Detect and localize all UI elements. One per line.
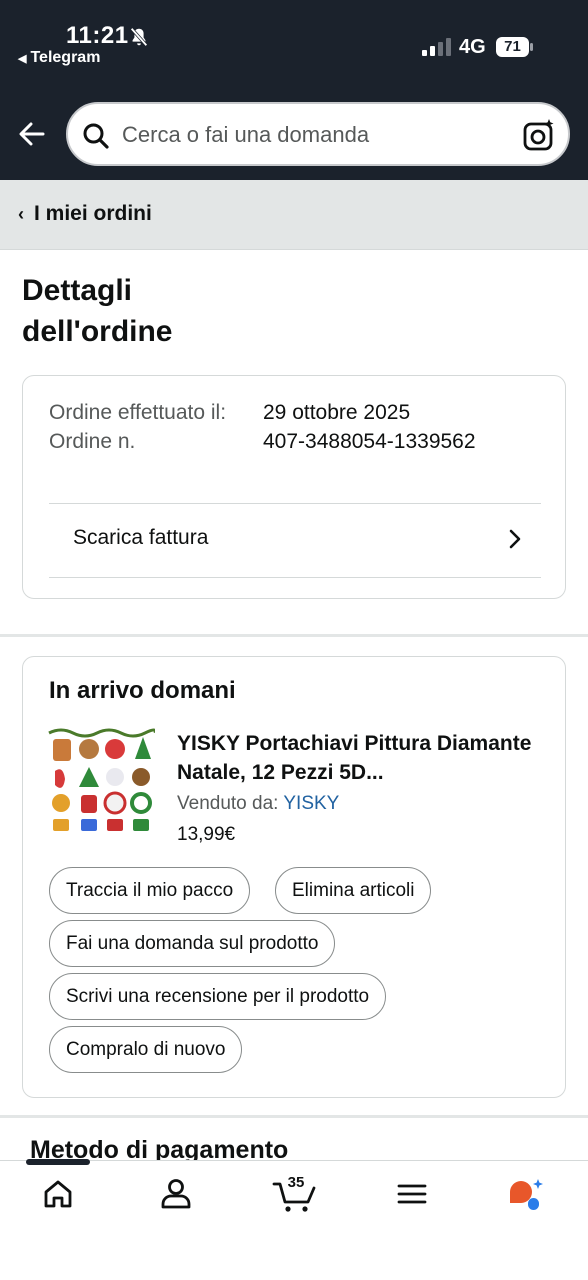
account-icon[interactable] <box>156 1174 196 1214</box>
back-to-app-link[interactable]: ◀ Telegram <box>18 49 100 67</box>
back-triangle-icon: ◀ <box>18 53 27 65</box>
remove-items-button[interactable]: Elimina articoli <box>275 867 432 914</box>
divider <box>49 577 541 578</box>
home-icon[interactable] <box>38 1174 78 1214</box>
sold-by-label: Venduto da: <box>177 793 279 814</box>
product-price: 13,99€ <box>177 824 236 845</box>
order-info-labels: Ordine effettuato il: Ordine n. <box>49 398 249 456</box>
search-bar[interactable] <box>66 102 570 166</box>
write-review-button[interactable]: Scrivi una recensione per il prodotto <box>49 973 387 1020</box>
breadcrumb-bar: ‹ I miei ordini <box>0 180 588 250</box>
shipment-card: In arrivo domani YISKY Portachiavi Pittu… <box>22 656 566 1098</box>
section-separator <box>0 1115 588 1118</box>
assistant-icon[interactable] <box>506 1174 546 1214</box>
page-title: Dettagli dell'ordine <box>22 274 173 348</box>
order-info-values: 29 ottobre 2025 407-3488054-1339562 <box>263 398 553 456</box>
seller-link[interactable]: YISKY <box>283 793 339 814</box>
shipment-status-title: In arrivo domani <box>49 677 236 704</box>
order-placed-value: 29 ottobre 2025 <box>263 401 411 424</box>
order-placed-label: Ordine effettuato il: <box>49 401 227 424</box>
order-number-value: 407-3488054-1339562 <box>263 430 476 453</box>
camera-search-icon[interactable] <box>522 118 556 152</box>
battery-level: 71 <box>504 38 521 55</box>
product-title-link[interactable]: YISKY Portachiavi Pittura Diamante Natal… <box>177 729 547 787</box>
buy-again-button[interactable]: Compralo di nuovo <box>49 1026 243 1073</box>
chevron-right-icon <box>509 529 521 549</box>
menu-icon[interactable] <box>392 1174 432 1214</box>
cellular-signal-icon <box>422 38 451 56</box>
search-input[interactable] <box>122 118 512 152</box>
product-image[interactable] <box>47 727 155 835</box>
status-time: 11:21 <box>66 22 129 49</box>
back-arrow-icon[interactable] <box>16 118 48 150</box>
section-separator <box>0 634 588 637</box>
sold-by: Venduto da: YISKY <box>177 793 339 815</box>
back-app-label: Telegram <box>30 49 101 66</box>
active-tab-indicator <box>26 1159 90 1165</box>
download-invoice-row[interactable]: Scarica fattura <box>49 504 541 578</box>
order-info-card: Ordine effettuato il: Ordine n. 29 ottob… <box>22 375 566 599</box>
bell-muted-icon <box>130 27 148 47</box>
chevron-left-icon: ‹ <box>18 204 24 224</box>
breadcrumb-my-orders[interactable]: ‹ I miei ordini <box>18 202 152 226</box>
app-header: 11:21 ◀ Telegram 4G 71 <box>0 0 588 180</box>
search-icon <box>83 123 109 149</box>
download-invoice-label: Scarica fattura <box>73 526 209 549</box>
ask-product-question-button[interactable]: Fai una domanda sul prodotto <box>49 920 336 967</box>
order-number-label: Ordine n. <box>49 430 136 453</box>
cart-count-badge: 35 <box>287 1174 305 1191</box>
track-package-button[interactable]: Traccia il mio pacco <box>49 867 251 914</box>
network-type: 4G <box>459 36 486 58</box>
breadcrumb-label: I miei ordini <box>34 202 152 225</box>
